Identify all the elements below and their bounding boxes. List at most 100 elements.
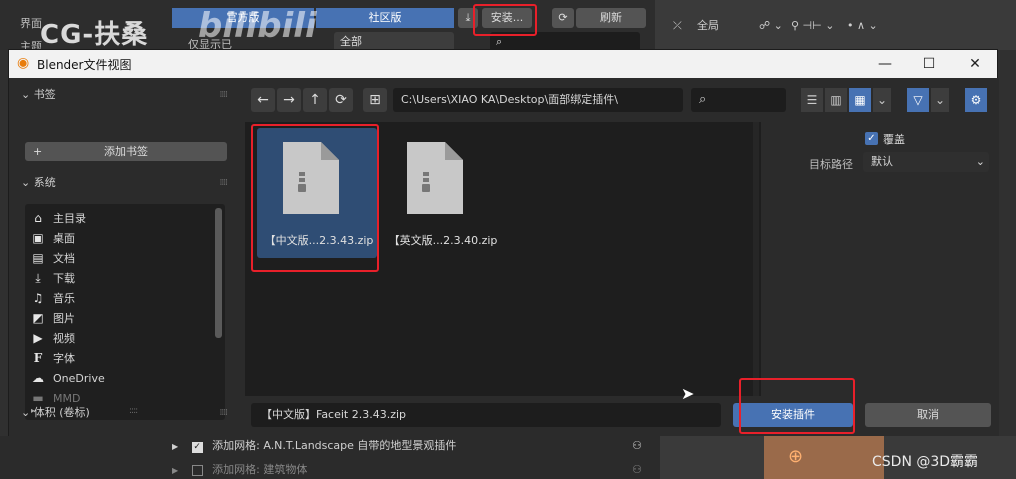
system-item-onedrive[interactable]: ☁ OneDrive: [29, 368, 209, 388]
file-area-scrollbar[interactable]: [753, 122, 759, 396]
music-icon: ♫: [32, 291, 44, 305]
minimize-icon[interactable]: —: [875, 54, 895, 74]
system-item-label: 图片: [53, 312, 75, 325]
parent-directory-icon[interactable]: ↑: [303, 88, 327, 112]
chevron-down-icon: ⌄: [21, 88, 34, 101]
system-panel-header[interactable]: ⌄ 系统 ⁞⁞⁞⁞: [21, 172, 229, 194]
filename-input[interactable]: 【中文版】Faceit 2.3.43.zip: [251, 403, 721, 427]
overwrite-label: 覆盖: [883, 133, 905, 146]
system-item-desktop[interactable]: ▣ 桌面: [29, 228, 209, 248]
refresh-button[interactable]: 刷新: [576, 8, 646, 28]
transform-global-dropdown[interactable]: 全局: [697, 16, 747, 36]
forward-icon[interactable]: →: [277, 88, 301, 112]
install-addon-highlight-box: [739, 378, 855, 434]
system-item-label: 字体: [53, 352, 75, 365]
system-item-label: 视频: [53, 332, 75, 345]
target-path-value: 默认: [871, 155, 893, 168]
addon-row[interactable]: ▶ 添加网格: 建筑物体 ⚇: [172, 460, 642, 479]
system-item-label: 音乐: [53, 292, 75, 305]
viewport-object: [764, 436, 884, 479]
volumes-header-label: 体积 (卷标): [33, 406, 90, 419]
system-item-fonts[interactable]: F 字体: [29, 348, 209, 368]
horizontal-list-view-icon[interactable]: ▥: [825, 88, 847, 112]
cancel-button[interactable]: 取消: [865, 403, 991, 427]
proportional-edit-icon[interactable]: • ∧ ⌄: [847, 16, 878, 36]
add-bookmark-button[interactable]: + 添加书签: [25, 142, 227, 161]
home-icon: ⌂: [34, 211, 42, 225]
refresh-icon[interactable]: ⟳: [329, 88, 353, 112]
drag-handle-icon[interactable]: ⁞⁞⁞⁞: [220, 172, 229, 194]
display-settings-chevron-icon[interactable]: ⌄: [873, 88, 891, 112]
install-options-panel: ✓ 覆盖 目标路径 默认 ⌄: [761, 122, 999, 396]
file-browser-main: ← → ↑ ⟳ ⊞ C:\Users\XIAO KA\Desktop\面部绑定插…: [241, 78, 999, 437]
bookmarks-panel-header[interactable]: ⌄ 书签 ⁞⁞⁞⁞: [21, 84, 229, 106]
addon-list-background: ▶ ✓ 添加网格: A.N.T.Landscape 自带的地型景观插件 ⚇ ▶ …: [0, 436, 660, 479]
system-item-label: OneDrive: [53, 372, 105, 385]
maximize-icon[interactable]: ☐: [919, 54, 939, 74]
addon-row[interactable]: ▶ ✓ 添加网格: A.N.T.Landscape 自带的地型景观插件 ⚇: [172, 436, 642, 456]
font-icon: F: [33, 351, 43, 365]
mouse-cursor-icon: ➤: [681, 384, 695, 403]
chevron-down-icon: ⌄: [975, 155, 985, 168]
zip-file-icon: [407, 142, 463, 214]
system-item-label: 文档: [53, 252, 75, 265]
file-browser-sidebar: ⌄ 书签 ⁞⁞⁞⁞ + 添加书签 ⌄ 系统 ⁞⁞⁞⁞ ⌂ 主目录 ▣ 桌面 ▤ 文档 …: [9, 78, 241, 437]
cloud-icon: ☁: [32, 371, 44, 385]
file-search-input[interactable]: ⌕: [691, 88, 786, 112]
download-icon: ⤓: [35, 271, 41, 285]
system-locations-list: ⌂ 主目录 ▣ 桌面 ▤ 文档 ⤓ 下载 ♫ 音乐 ◩ 图片 ▶ 视频 F 字体 ☁ OneDri…: [25, 204, 225, 420]
user-icon: ⚇: [632, 463, 642, 476]
expand-arrow-icon[interactable]: ▶: [172, 442, 178, 451]
overwrite-checkbox[interactable]: ✓: [865, 132, 878, 145]
file-browser-dialog: ◉ Blender文件视图 — ☐ ✕ ⌄ 书签 ⁞⁞⁞⁞ + 添加书签 ⌄ 系…: [8, 49, 999, 437]
filter-icon[interactable]: ▽: [907, 88, 929, 112]
transform-orientation-icon[interactable]: ⤫: [673, 16, 682, 36]
system-item-label: 桌面: [53, 232, 75, 245]
3d-cursor-icon: ⊕: [788, 446, 804, 467]
file-item-name: 【英文版...2.3.40.zip: [388, 234, 498, 247]
blender-logo-icon: ◉: [17, 55, 30, 71]
directory-path-input[interactable]: C:\Users\XIAO KA\Desktop\面部绑定插件\: [393, 88, 683, 112]
file-item-english-zip[interactable]: 【英文版...2.3.40.zip: [381, 128, 501, 258]
thumbnail-view-icon[interactable]: ▦: [849, 88, 871, 112]
dialog-title: Blender文件视图: [37, 58, 132, 72]
bilibili-logo: bilibili: [198, 6, 317, 46]
close-icon[interactable]: ✕: [965, 54, 985, 74]
system-item-documents[interactable]: ▤ 文档: [29, 248, 209, 268]
system-item-label: 下载: [53, 272, 75, 285]
system-item-music[interactable]: ♫ 音乐: [29, 288, 209, 308]
refresh-icon[interactable]: ⟳: [552, 8, 574, 28]
chevron-down-icon: ⌄: [21, 406, 34, 419]
add-bookmark-label: 添加书签: [104, 145, 148, 158]
system-item-home[interactable]: ⌂ 主目录: [29, 208, 209, 228]
target-path-dropdown[interactable]: 默认 ⌄: [863, 152, 989, 172]
vertical-list-view-icon[interactable]: ☰: [801, 88, 823, 112]
volumes-panel-header[interactable]: ⌄ 体积 (卷标) ⁞⁞⁞⁞: [21, 402, 229, 424]
video-icon: ▶: [33, 331, 43, 345]
addon-name: 添加网格: A.N.T.Landscape 自带的地型景观插件: [212, 439, 457, 452]
drag-handle-icon[interactable]: ⁞⁞⁞⁞: [220, 402, 229, 424]
csdn-watermark: CSDN @3D霸霸: [872, 454, 979, 470]
system-item-downloads[interactable]: ⤓ 下载: [29, 268, 209, 288]
filter-settings-chevron-icon[interactable]: ⌄: [931, 88, 949, 112]
drag-handle-icon[interactable]: ⁞⁞⁞⁞: [220, 84, 229, 106]
back-icon[interactable]: ←: [251, 88, 275, 112]
system-item-videos[interactable]: ▶ 视频: [29, 328, 209, 348]
system-list-scrollbar[interactable]: [215, 208, 222, 338]
system-item-pictures[interactable]: ◩ 图片: [29, 308, 209, 328]
snap-icon[interactable]: ⚲ ⊣⊢ ⌄: [791, 16, 834, 36]
target-path-label: 目标路径: [809, 158, 853, 171]
addon-enabled-checkbox[interactable]: [191, 464, 203, 476]
chevron-down-icon: ⌄: [21, 176, 34, 189]
settings-gear-icon[interactable]: ⚙: [965, 88, 987, 112]
user-icon: ⚇: [632, 439, 642, 452]
pivot-icon[interactable]: ☍ ⌄: [759, 16, 783, 36]
selected-file-highlight-box: [251, 124, 379, 272]
search-icon: ⌕: [699, 92, 707, 107]
community-version-tab[interactable]: 社区版: [316, 8, 454, 28]
new-folder-icon[interactable]: ⊞: [363, 88, 387, 112]
addon-enabled-checkbox[interactable]: ✓: [191, 442, 203, 453]
desktop-icon: ▣: [32, 231, 44, 245]
prefs-label-interface: 界面: [20, 17, 42, 30]
expand-arrow-icon[interactable]: ▶: [172, 466, 178, 475]
